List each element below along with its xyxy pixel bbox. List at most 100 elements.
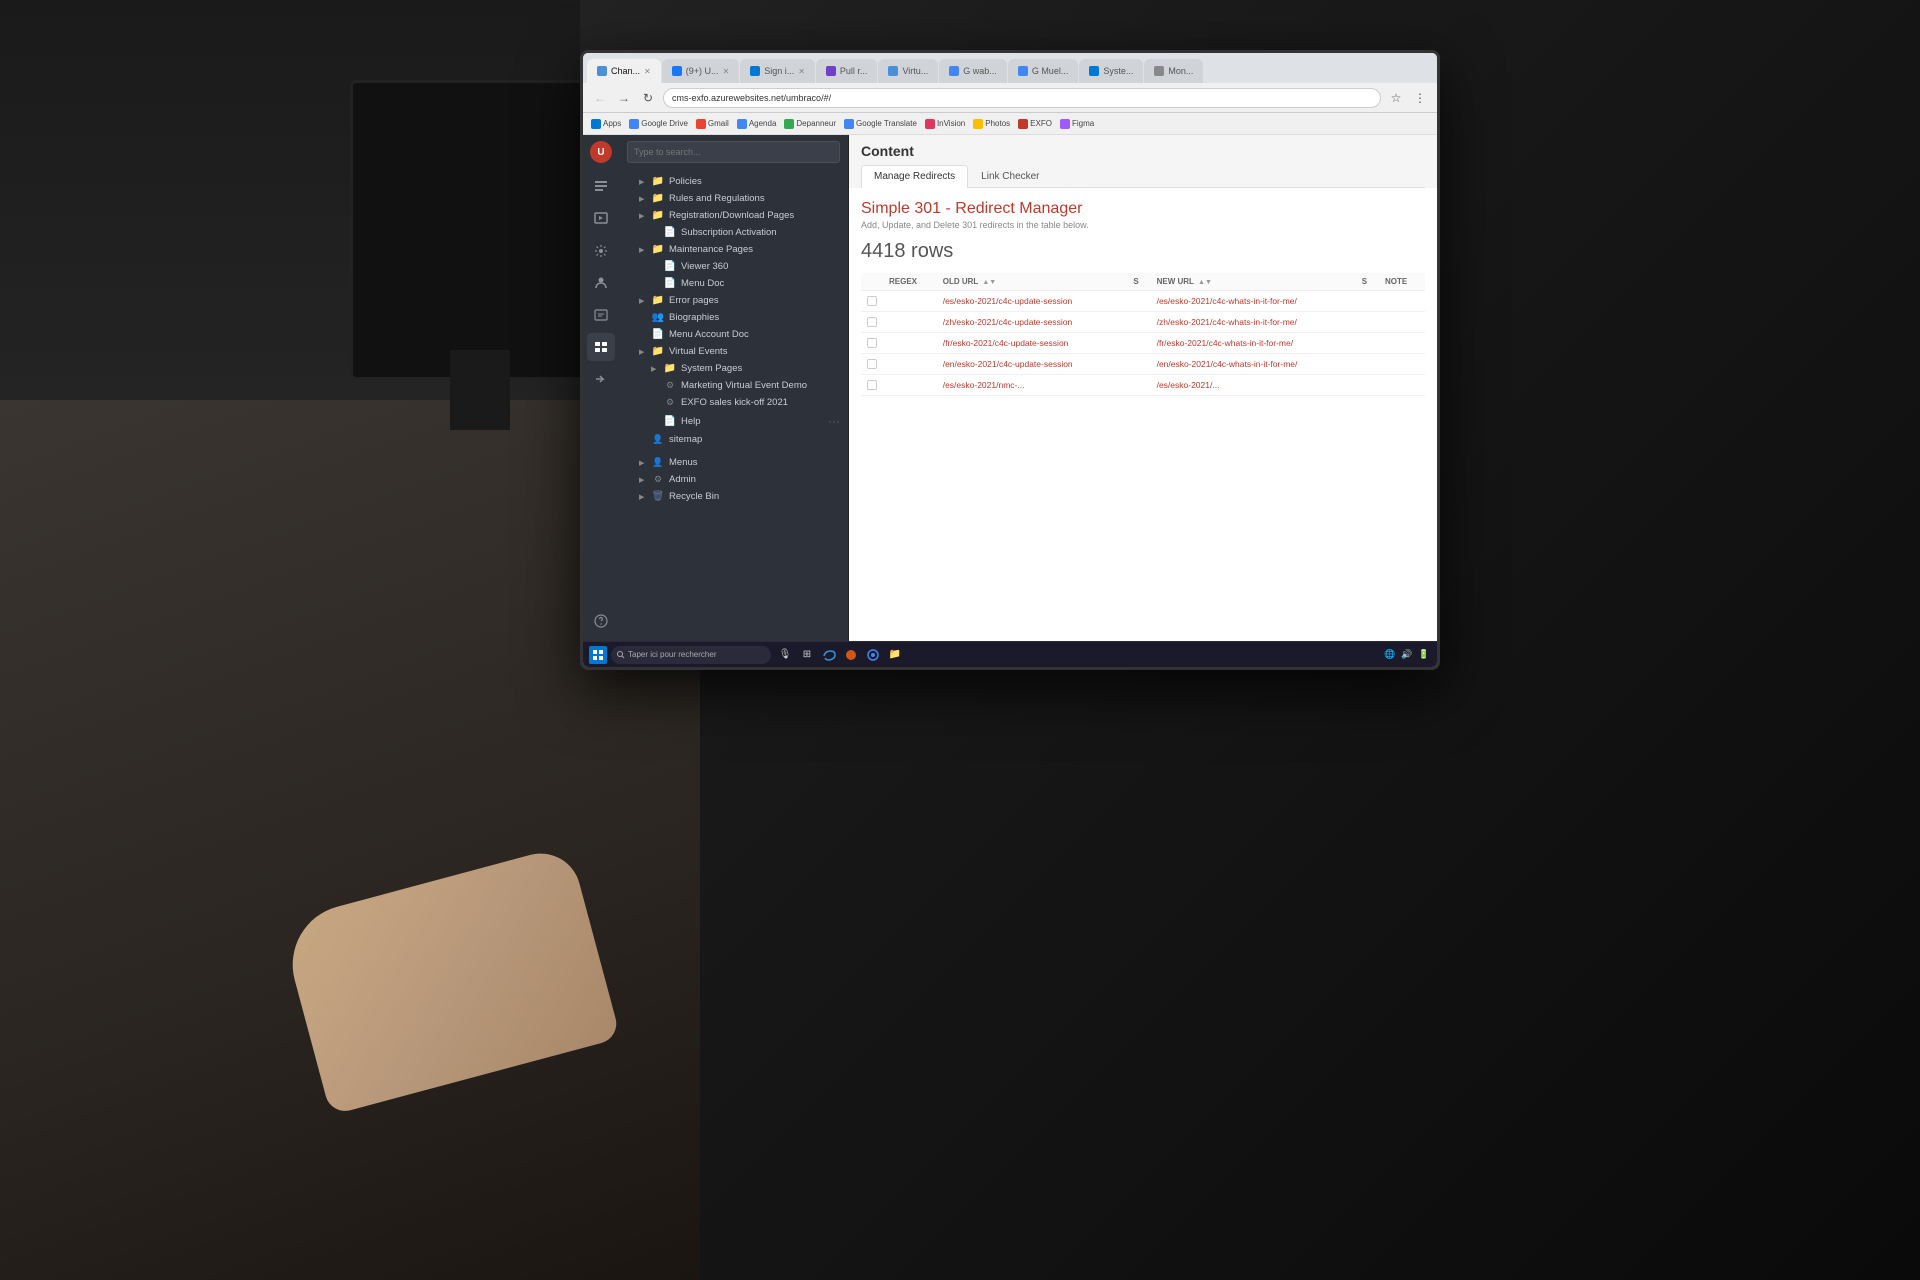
bookmark-apps[interactable]: Apps [591,119,621,129]
sidebar-icon-help[interactable] [587,607,615,635]
bookmark-invision[interactable]: InVision [925,119,965,129]
tab-link-checker[interactable]: Link Checker [968,165,1052,187]
browser-tab-8[interactable]: Mon... [1144,59,1203,83]
bookmark-agenda[interactable]: Agenda [737,119,777,129]
reload-button[interactable]: ↻ [639,89,657,107]
tree-item-rules[interactable]: ▶ 📁 Rules and Regulations [619,190,848,207]
bookmark-photos[interactable]: Photos [973,119,1010,129]
browser-tab-2[interactable]: Sign i... ✕ [740,59,815,83]
tree-item-menus[interactable]: ▶ 👤 Menus [619,454,848,471]
row-new-url-5[interactable]: /es/esko-2021/... [1151,375,1356,396]
search-input[interactable] [627,141,840,163]
sidebar-icon-forms[interactable] [587,301,615,329]
col-old-url[interactable]: OLD URL ▲▼ [937,273,1128,291]
sidebar-icon-redirects[interactable] [587,333,615,361]
tab-manage-redirects[interactable]: Manage Redirects [861,165,968,188]
tree-item-error[interactable]: ▶ 📁 Error pages [619,292,848,309]
tab-close-2[interactable]: ✕ [798,67,805,76]
tree-item-help[interactable]: ▶ 📄 Help ··· [619,411,848,431]
tree-item-marketing-event[interactable]: ▶ ⚙ Marketing Virtual Event Demo [619,377,848,394]
tree-item-menuaccountdoc[interactable]: ▶ 📄 Menu Account Doc [619,326,848,343]
col-new-url[interactable]: NEW URL ▲▼ [1151,273,1356,291]
tray-battery-icon[interactable]: 🔋 [1417,648,1431,662]
row-old-url-2[interactable]: /zh/esko-2021/c4c-update-session [937,312,1128,333]
table-row[interactable]: /zh/esko-2021/c4c-update-session /zh/esk… [861,312,1425,333]
browser-tab-active[interactable]: Chan... ✕ [587,59,661,83]
bookmark-depanneur-label: Depanneur [796,119,836,128]
tree-item-viewer360[interactable]: ▶ 📄 Viewer 360 [619,258,848,275]
browser-tab-1[interactable]: (9+) U... ✕ [662,59,739,83]
tray-sound-icon[interactable]: 🔊 [1400,648,1414,662]
taskbar-edge[interactable] [819,645,839,665]
row-new-url-4[interactable]: /en/esko-2021/c4c-whats-in-it-for-me/ [1151,354,1356,375]
browser-tab-4[interactable]: Virtu... [878,59,938,83]
col-regex[interactable]: REGEX [883,273,937,291]
row-checkbox-1[interactable] [861,291,883,312]
sidebar-icon-arrow[interactable] [587,365,615,393]
browser-tab-6[interactable]: G Muel... [1008,59,1079,83]
tree-item-maintenance[interactable]: ▶ 📁 Maintenance Pages [619,241,848,258]
taskbar-task-view[interactable]: ⊞ [797,645,817,665]
row-checkbox-4[interactable] [861,354,883,375]
tree-item-dots[interactable]: ··· [828,414,840,428]
taskbar-firefox[interactable] [841,645,861,665]
tab-favicon-4 [888,66,898,76]
table-row[interactable]: /en/esko-2021/c4c-update-session /en/esk… [861,354,1425,375]
tree-item-policies[interactable]: ▶ 📁 Policies [619,173,848,190]
tree-item-biographies[interactable]: ▶ 👥 Biographies [619,309,848,326]
icon-sidebar: U [583,135,619,641]
browser-tab-5[interactable]: G wab... [939,59,1007,83]
browser-tab-7[interactable]: Syste... [1079,59,1143,83]
tree-item-systempages[interactable]: ▶ 📁 System Pages [619,360,848,377]
cms-logo[interactable]: U [590,141,612,163]
table-row[interactable]: /es/esko-2021/nmc-... /es/esko-2021/... [861,375,1425,396]
tree-item-registration[interactable]: ▶ 📁 Registration/Download Pages [619,207,848,224]
tree-item-admin[interactable]: ▶ ⚙ Admin [619,471,848,488]
row-old-url-3[interactable]: /fr/esko-2021/c4c-update-session [937,333,1128,354]
row-old-url-1[interactable]: /es/esko-2021/c4c-update-session [937,291,1128,312]
tree-item-virtualevents[interactable]: ▶ 📁 Virtual Events [619,343,848,360]
tree-item-menudoc[interactable]: ▶ 📄 Menu Doc [619,275,848,292]
menu-button[interactable]: ⋮ [1411,89,1429,107]
row-old-url-4[interactable]: /en/esko-2021/c4c-update-session [937,354,1128,375]
bookmark-gmail[interactable]: Gmail [696,119,729,129]
search-box [619,135,848,169]
back-button[interactable]: ← [591,89,609,107]
bookmark-button[interactable]: ☆ [1387,89,1405,107]
bookmark-translate[interactable]: Google Translate [844,119,917,129]
tray-network-icon[interactable]: 🌐 [1383,648,1397,662]
row-checkbox-5[interactable] [861,375,883,396]
taskbar-chrome[interactable] [863,645,883,665]
row-checkbox-3[interactable] [861,333,883,354]
table-row[interactable]: /es/esko-2021/c4c-update-session /es/esk… [861,291,1425,312]
taskbar-cortana[interactable]: 🎙 [775,645,795,665]
sidebar-icon-content[interactable] [587,173,615,201]
bookmark-gmail-label: Gmail [708,119,729,128]
row-new-url-2[interactable]: /zh/esko-2021/c4c-whats-in-it-for-me/ [1151,312,1356,333]
tree-item-subscription[interactable]: ▶ 📄 Subscription Activation [619,224,848,241]
taskbar-search[interactable]: Taper ici pour rechercher [611,646,771,664]
forward-button[interactable]: → [615,89,633,107]
row-new-url-1[interactable]: /es/esko-2021/c4c-whats-in-it-for-me/ [1151,291,1356,312]
taskbar-explorer[interactable]: 📁 [885,645,905,665]
bookmark-exfo[interactable]: EXFO [1018,119,1052,129]
row-new-url-3[interactable]: /fr/esko-2021/c4c-whats-in-it-for-me/ [1151,333,1356,354]
tree-item-recyclebin[interactable]: ▶ 🗑 Recycle Bin [619,488,848,505]
bookmark-depanneur[interactable]: Depanneur [784,119,836,129]
table-row[interactable]: /fr/esko-2021/c4c-update-session /fr/esk… [861,333,1425,354]
tab-close-icon[interactable]: ✕ [644,67,651,76]
sidebar-icon-users[interactable] [587,269,615,297]
bookmark-drive[interactable]: Google Drive [629,119,688,129]
bookmark-figma[interactable]: Figma [1060,119,1094,129]
browser-tab-3[interactable]: Pull r... [816,59,878,83]
start-button[interactable] [589,646,607,664]
sidebar-icon-settings[interactable] [587,237,615,265]
tree-item-exfo-kickoff[interactable]: ▶ ⚙ EXFO sales kick-off 2021 [619,394,848,411]
folder-icon-registration: 📁 [651,210,665,221]
tab-close-1[interactable]: ✕ [723,67,730,76]
tree-item-sitemap[interactable]: ▶ 👤 sitemap [619,431,848,448]
address-bar[interactable]: cms-exfo.azurewebsites.net/umbraco/#/ [663,88,1381,108]
row-old-url-5[interactable]: /es/esko-2021/nmc-... [937,375,1128,396]
row-checkbox-2[interactable] [861,312,883,333]
sidebar-icon-media[interactable] [587,205,615,233]
